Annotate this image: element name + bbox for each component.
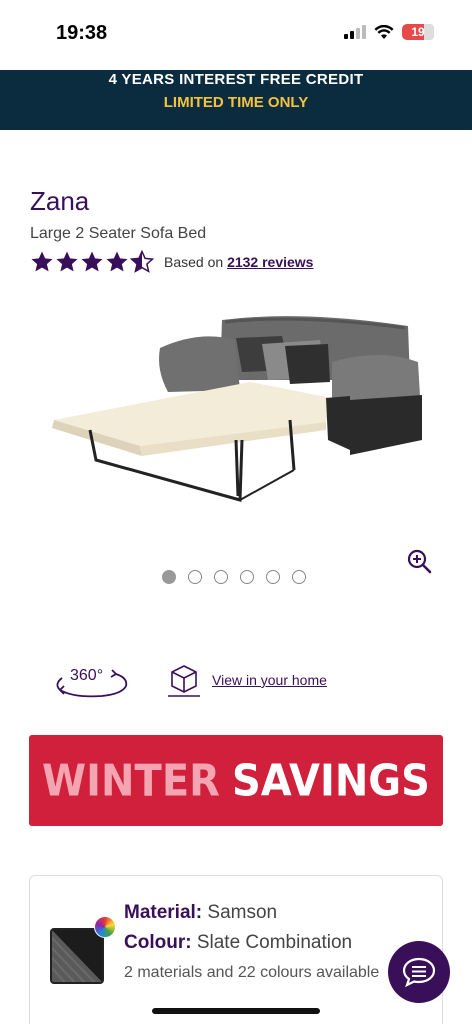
star-full-icon <box>56 251 78 272</box>
view-in-home-link[interactable]: View in your home <box>212 672 327 688</box>
banner-line1: 4 YEARS INTEREST FREE CREDIT <box>108 71 364 88</box>
material-value: Samson <box>207 902 278 923</box>
chat-button[interactable] <box>388 941 450 1003</box>
gallery-dot[interactable] <box>240 570 254 584</box>
wifi-icon <box>374 24 394 39</box>
rating-text: Based on 2132 reviews <box>164 254 313 270</box>
product-title: Zana <box>30 186 90 216</box>
promo-word-winter: WINTER <box>42 755 220 806</box>
home-indicator[interactable] <box>152 1008 320 1014</box>
battery-icon: 19 <box>402 24 434 40</box>
winter-savings-banner[interactable]: WINTER SAVINGS <box>29 735 443 826</box>
view-360-label: 360° <box>70 667 103 684</box>
swatch-pattern-icon <box>52 930 102 982</box>
view-360-button[interactable]: 360° <box>50 660 130 705</box>
option-info: Material: Samson Colour: Slate Combinati… <box>124 898 424 988</box>
gallery-dot[interactable] <box>292 570 306 584</box>
view-in-home-button[interactable]: View in your home <box>166 662 327 698</box>
colour-value: Slate Combination <box>196 932 353 953</box>
sofa-bed-image[interactable] <box>50 300 430 530</box>
signal-icon <box>344 25 366 39</box>
banner-line2: LIMITED TIME ONLY <box>163 94 309 111</box>
battery-level: 19 <box>411 25 425 39</box>
rotate-360-icon: 360° <box>56 667 128 698</box>
chat-bubble-icon <box>402 957 436 987</box>
rating-prefix: Based on <box>164 254 224 270</box>
zoom-in-icon[interactable] <box>406 548 432 574</box>
material-row: Material: Samson <box>124 898 424 928</box>
colour-label: Colour: <box>124 932 192 953</box>
status-time: 19:38 <box>56 22 108 44</box>
product-subtitle: Large 2 Seater Sofa Bed <box>30 225 207 242</box>
credit-banner[interactable]: 4 YEARS INTEREST FREE CREDIT LIMITED TIM… <box>0 70 472 130</box>
gallery-dot[interactable] <box>162 570 176 584</box>
colour-wheel-icon <box>94 916 116 938</box>
status-icons: 19 <box>344 24 434 40</box>
rating-stars <box>30 250 154 274</box>
star-full-icon <box>81 251 103 272</box>
star-half-icon <box>130 250 154 273</box>
fabric-swatch[interactable] <box>50 928 104 984</box>
material-label: Material: <box>124 902 203 923</box>
promo-word-savings: SAVINGS <box>231 755 430 806</box>
material-colour-card[interactable]: Material: Samson Colour: Slate Combinati… <box>29 875 443 1024</box>
gallery-dot[interactable] <box>214 570 228 584</box>
star-full-icon <box>106 251 128 272</box>
gallery-dot[interactable] <box>188 570 202 584</box>
colour-row: Colour: Slate Combination <box>124 928 424 958</box>
gallery-pagination <box>162 570 306 584</box>
more-options-text: 2 materials and 22 colours available <box>124 964 380 981</box>
star-full-icon <box>31 251 53 272</box>
status-bar: 19:38 19 <box>0 0 472 70</box>
ar-box-icon <box>168 665 200 697</box>
reviews-link[interactable]: 2132 reviews <box>227 254 313 270</box>
gallery-dot[interactable] <box>266 570 280 584</box>
product-rating: Based on 2132 reviews <box>30 250 313 274</box>
